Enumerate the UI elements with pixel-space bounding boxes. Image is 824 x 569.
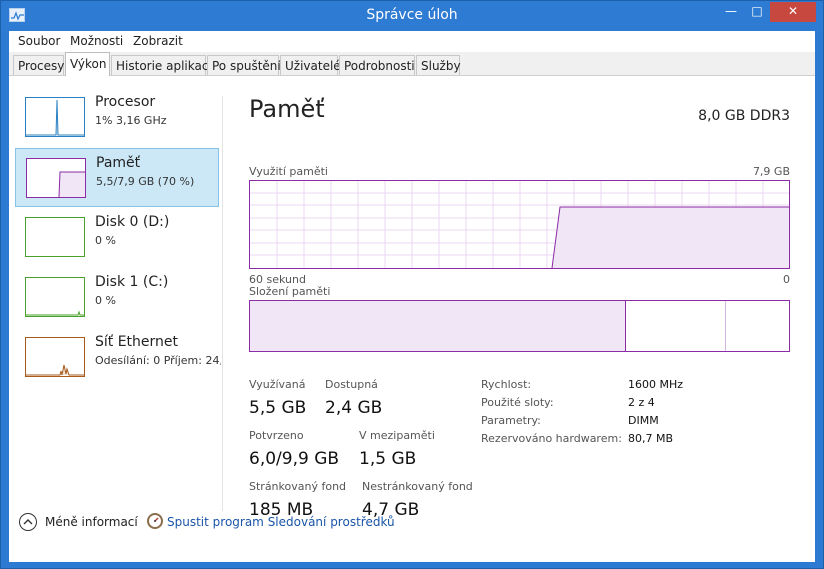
cached-label: V mezipaměti [359, 429, 435, 442]
sidebar-item-label: Procesor [95, 94, 156, 110]
speed-value: 1600 MHz [628, 378, 684, 391]
tab-performance[interactable]: Výkon [65, 52, 110, 76]
sidebar-item-value: Odesílání: 0 Příjem: 24,0 [95, 354, 221, 367]
nonpaged-pool-label: Nestránkovaný fond [362, 480, 473, 493]
task-manager-window: Správce úloh — □ ✕ Soubor Možnosti Zobra… [0, 0, 824, 569]
tab-details[interactable]: Podrobnosti [339, 55, 415, 75]
composition-label: Složení paměti [249, 285, 331, 298]
memory-usage-graph [249, 180, 790, 269]
sidebar-item-memory[interactable]: Paměť 5,5/7,9 GB (70 %) [15, 148, 219, 207]
committed-value: 6,0/9,9 GB [249, 449, 340, 469]
sidebar-item-cpu[interactable]: Procesor 1% 3,16 GHz [15, 88, 219, 147]
sidebar-item-label: Disk 1 (C:) [95, 274, 169, 290]
memory-spec: 8,0 GB DDR3 [698, 108, 790, 124]
performance-panel: Procesor 1% 3,16 GHz Paměť 5,5/7,9 GB (7… [9, 76, 815, 562]
paged-pool-label: Stránkovaný fond [249, 480, 347, 493]
sidebar-item-disk1[interactable]: Disk 1 (C:) 0 % [15, 268, 219, 327]
sidebar-item-value: 0 % [95, 294, 116, 307]
sidebar-item-label: Disk 0 (D:) [95, 214, 170, 230]
form-factor-value: DIMM [628, 414, 659, 427]
available-value: 2,4 GB [325, 398, 383, 418]
sidebar-item-label: Paměť [96, 155, 141, 171]
minimize-button[interactable]: — [718, 2, 744, 22]
in-use-value: 5,5 GB [249, 398, 307, 418]
in-use-label: Využívaná [249, 378, 306, 391]
fewer-details-button[interactable]: Méně informací [45, 515, 138, 529]
sidebar-item-value: 1% 3,16 GHz [95, 114, 167, 127]
graph-label: Využití paměti [249, 165, 328, 178]
speed-label: Rychlost: [481, 378, 532, 391]
sidebar-divider [222, 96, 223, 511]
hardware-reserved-label: Rezervováno hardwarem: [481, 432, 622, 445]
menu-bar: Soubor Možnosti Zobrazit [9, 31, 815, 52]
tab-startup[interactable]: Po spuštění [207, 55, 281, 75]
resource-monitor-icon[interactable] [147, 513, 163, 529]
disk0-thumbnail [25, 217, 85, 257]
maximize-button[interactable]: □ [744, 2, 770, 22]
tab-processes[interactable]: Procesy [13, 55, 64, 75]
slots-value: 2 z 4 [628, 396, 655, 409]
composition-free [727, 301, 789, 351]
usage-area [552, 207, 789, 268]
open-resource-monitor-link[interactable]: Spustit program Sledování prostředků [167, 515, 395, 529]
sidebar-item-ethernet[interactable]: Síť Ethernet Odesílání: 0 Příjem: 24,0 [15, 328, 221, 387]
client-area: Soubor Možnosti Zobrazit Procesy Výkon H… [9, 31, 815, 562]
chevron-up-icon[interactable] [19, 513, 37, 531]
menu-view[interactable]: Zobrazit [133, 34, 183, 48]
committed-label: Potvrzeno [249, 429, 304, 442]
available-label: Dostupná [325, 378, 378, 391]
composition-standby [627, 301, 726, 351]
graph-zero-label: 0 [783, 273, 790, 286]
composition-in-use [250, 301, 626, 351]
tab-strip: Procesy Výkon Historie aplikací Po spušt… [9, 52, 815, 76]
page-title: Paměť [249, 95, 325, 123]
form-factor-label: Parametry: [481, 414, 541, 427]
cpu-thumbnail [25, 97, 85, 137]
cached-value: 1,5 GB [359, 449, 417, 469]
sidebar-item-label: Síť Ethernet [95, 334, 179, 350]
menu-file[interactable]: Soubor [18, 34, 60, 48]
memory-composition-bar [249, 300, 790, 352]
sidebar-item-value: 0 % [95, 234, 116, 247]
menu-options[interactable]: Možnosti [70, 34, 123, 48]
sidebar-item-value: 5,5/7,9 GB (70 %) [96, 175, 195, 188]
tab-app-history[interactable]: Historie aplikací [111, 55, 212, 75]
slots-label: Použité sloty: [481, 396, 554, 409]
title-bar[interactable]: Správce úloh — □ ✕ [1, 1, 823, 31]
memory-thumbnail [26, 158, 86, 198]
graph-max-label: 7,9 GB [752, 165, 790, 178]
hardware-reserved-value: 80,7 MB [628, 432, 674, 445]
tab-users[interactable]: Uživatelé [280, 55, 341, 75]
sidebar-item-disk0[interactable]: Disk 0 (D:) 0 % [15, 208, 219, 267]
memory-usage-chart [250, 181, 789, 269]
tab-services[interactable]: Služby [416, 55, 461, 75]
disk1-thumbnail [25, 277, 85, 317]
window-title: Správce úloh [366, 7, 458, 23]
ethernet-thumbnail [25, 337, 85, 377]
close-button[interactable]: ✕ [770, 2, 816, 22]
